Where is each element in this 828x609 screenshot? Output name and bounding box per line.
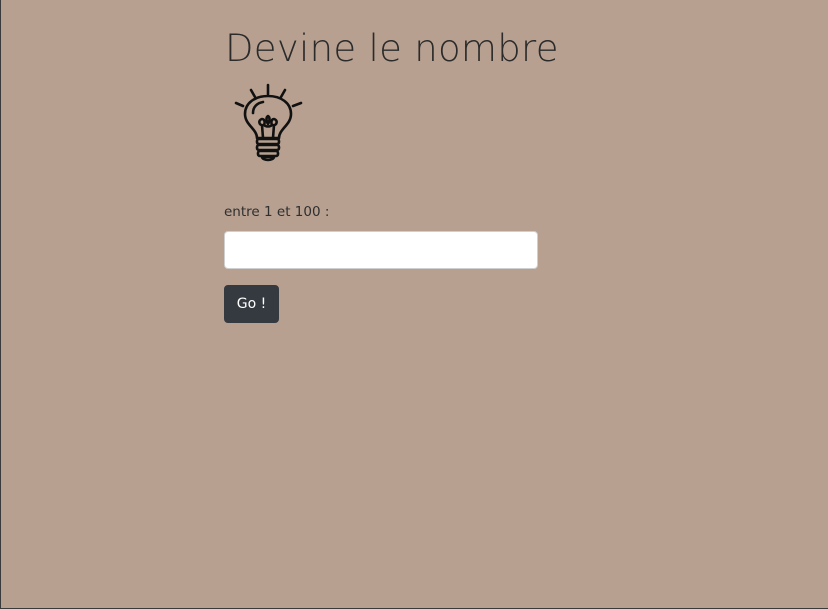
guess-label: entre 1 et 100 : — [224, 204, 330, 220]
page-title: Devine le nombre — [225, 27, 559, 70]
guess-input[interactable] — [224, 231, 538, 269]
go-button[interactable]: Go ! — [224, 285, 279, 323]
lightbulb-icon — [234, 83, 303, 162]
